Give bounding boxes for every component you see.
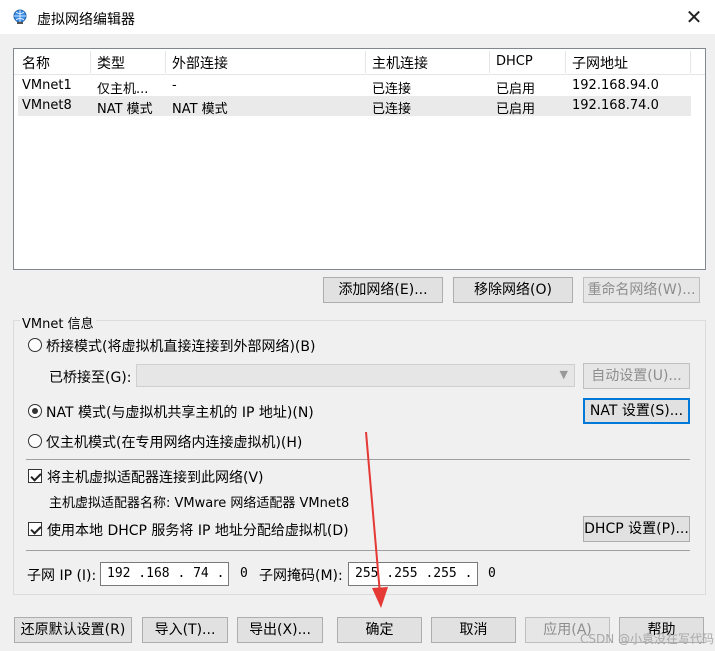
host-only-mode-label[interactable]: 仅主机模式(在专用网络内连接虚拟机)(H) (46, 432, 302, 452)
bridged-mode-label[interactable]: 桥接模式(将虚拟机直接连接到外部网络)(B) (46, 336, 315, 356)
ok-button[interactable]: 确定 (337, 617, 422, 643)
export-button[interactable]: 导出(X)... (237, 617, 323, 643)
column-divider[interactable] (565, 51, 566, 73)
cell-subnet: 192.168.74.0 (572, 98, 659, 113)
cell-external: - (172, 78, 177, 93)
column-header-name[interactable]: 名称 (22, 53, 50, 73)
network-table[interactable]: 名称 类型 外部连接 主机连接 DHCP 子网地址 VMnet1 仅主机... … (13, 48, 706, 270)
table-header: 名称 类型 外部连接 主机连接 DHCP 子网地址 (14, 49, 705, 75)
table-row[interactable]: VMnet8 NAT 模式 NAT 模式 已连接 已启用 192.168.74.… (18, 96, 691, 117)
title-bar: 虚拟网络编辑器 ✕ (0, 0, 715, 34)
cell-dhcp: 已启用 (496, 82, 536, 97)
table-row[interactable]: VMnet1 仅主机... - 已连接 已启用 192.168.94.0 (18, 76, 691, 97)
network-globe-icon (13, 9, 27, 24)
cell-name: VMnet8 (22, 98, 72, 113)
nat-settings-button[interactable]: NAT 设置(S)... (583, 398, 690, 424)
window-title: 虚拟网络编辑器 (37, 12, 135, 28)
subnet-ip-input[interactable]: 192 .168 . 74 . 0 (100, 562, 248, 586)
dhcp-label[interactable]: 使用本地 DHCP 服务将 IP 地址分配给虚拟机(D) (47, 520, 349, 540)
cell-host: 已连接 (372, 102, 412, 117)
cell-type: 仅主机... (97, 82, 149, 97)
add-network-button[interactable]: 添加网络(E)... (323, 277, 443, 303)
nat-mode-label[interactable]: NAT 模式(与虚拟机共享主机的 IP 地址)(N) (46, 402, 314, 422)
dhcp-checkbox[interactable] (28, 522, 42, 536)
bridged-mode-radio[interactable] (28, 338, 42, 352)
divider (26, 459, 690, 460)
vmnet-info-group (13, 320, 706, 595)
connect-adapter-label[interactable]: 将主机虚拟适配器连接到此网络(V) (47, 467, 264, 487)
subnet-mask-label: 子网掩码(M): (259, 568, 343, 584)
cell-name: VMnet1 (22, 78, 72, 93)
column-header-type[interactable]: 类型 (97, 53, 125, 73)
column-divider[interactable] (690, 51, 691, 73)
close-button[interactable]: ✕ (676, 0, 712, 34)
dhcp-settings-button[interactable]: DHCP 设置(P)... (583, 516, 690, 542)
column-divider[interactable] (365, 51, 366, 73)
cell-external: NAT 模式 (172, 102, 228, 117)
adapter-name-label: 主机虚拟适配器名称: VMware 网络适配器 VMnet8 (49, 496, 350, 511)
column-header-external[interactable]: 外部连接 (172, 53, 228, 73)
nat-mode-radio[interactable] (28, 404, 42, 418)
vmnet-info-title: VMnet 信息 (20, 313, 96, 332)
chevron-down-icon: ▼ (559, 368, 568, 381)
bridged-to-select[interactable]: ▼ (136, 364, 575, 387)
subnet-ip-label: 子网 IP (I): (27, 568, 97, 584)
cell-host: 已连接 (372, 82, 412, 97)
cell-subnet: 192.168.94.0 (572, 78, 659, 93)
restore-defaults-button[interactable]: 还原默认设置(R) (14, 617, 132, 643)
column-divider[interactable] (165, 51, 166, 73)
rename-network-button[interactable]: 重命名网络(W)... (583, 277, 700, 303)
column-divider[interactable] (489, 51, 490, 73)
auto-settings-button[interactable]: 自动设置(U)... (583, 363, 690, 389)
cell-dhcp: 已启用 (496, 102, 536, 117)
column-divider[interactable] (90, 51, 91, 73)
cell-type: NAT 模式 (97, 102, 153, 117)
import-button[interactable]: 导入(T)... (142, 617, 228, 643)
column-header-dhcp[interactable]: DHCP (496, 54, 533, 69)
watermark: CSDN @小袁没在写代码 (580, 632, 715, 646)
connect-adapter-checkbox[interactable] (28, 469, 42, 483)
column-header-host[interactable]: 主机连接 (372, 53, 428, 73)
subnet-mask-input[interactable]: 255 .255 .255 . 0 (348, 562, 496, 586)
cancel-button[interactable]: 取消 (431, 617, 516, 643)
remove-network-button[interactable]: 移除网络(O) (453, 277, 573, 303)
divider (26, 550, 690, 551)
column-header-subnet[interactable]: 子网地址 (572, 53, 628, 73)
bridged-to-label: 已桥接至(G): (49, 370, 132, 386)
host-only-mode-radio[interactable] (28, 434, 42, 448)
